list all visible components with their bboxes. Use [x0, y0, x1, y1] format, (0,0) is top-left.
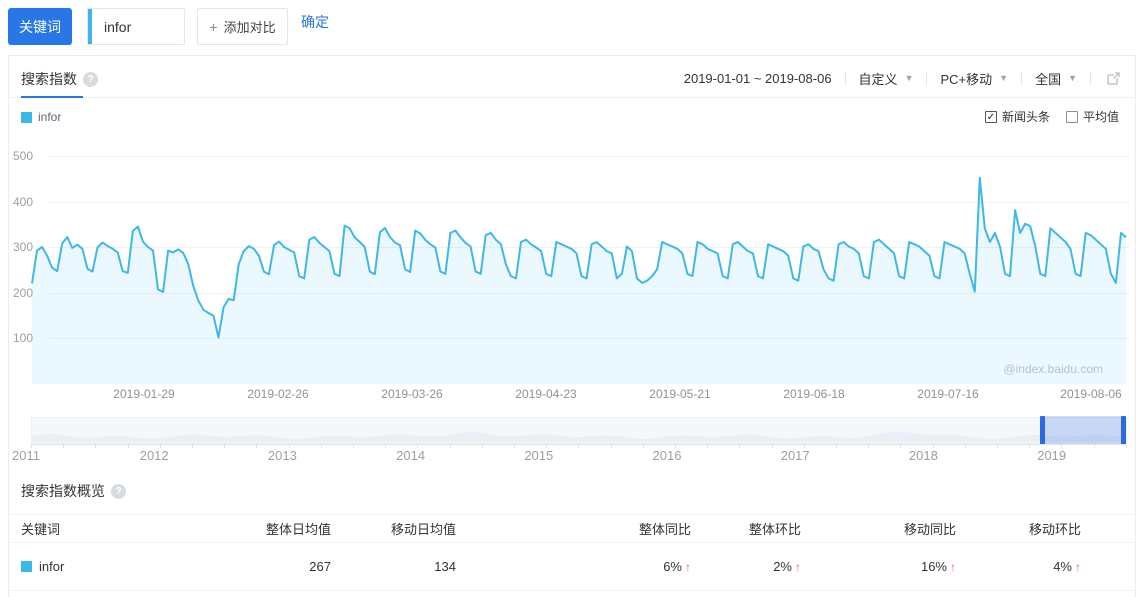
chevron-down-icon: ▼ [1068, 73, 1077, 83]
x-tick-label: 2019-07-16 [903, 387, 993, 401]
timeline-slider-track[interactable] [31, 417, 1127, 444]
checkbox-unchecked-icon [1066, 111, 1078, 123]
col-mobile-yoy: 移动同比 [801, 519, 956, 538]
slider-year-label: 2017 [765, 448, 825, 463]
help-icon[interactable]: ? [111, 484, 126, 499]
chevron-down-icon: ▼ [999, 73, 1008, 83]
area-fill [32, 178, 1126, 384]
mobile-mom-value: 4%↑ [956, 559, 1081, 574]
overlay-toggles: ✓ 新闻头条 平均值 [985, 108, 1119, 125]
top-search-bar: 关键词 + 添加对比 确定 [0, 0, 1144, 55]
slider-year-label: 2018 [893, 448, 953, 463]
series-swatch [21, 561, 32, 572]
plus-icon: + [209, 19, 217, 35]
slider-handle-left[interactable] [1040, 416, 1045, 445]
external-link-icon[interactable] [1106, 71, 1121, 86]
active-tab-underline [21, 96, 83, 98]
overview-table: 关键词 整体日均值 移动日均值 整体同比 整体环比 移动同比 移动环比 info… [9, 514, 1137, 591]
slider-year-label: 2013 [252, 448, 312, 463]
legend-swatch [21, 112, 32, 123]
col-mobile-avg: 移动日均值 [331, 519, 456, 538]
col-keyword: 关键词 [21, 519, 251, 538]
keyword-cell: infor [21, 559, 251, 574]
legend-label: infor [38, 110, 61, 124]
date-range-label[interactable]: 2019-01-01 ~ 2019-08-06 [684, 71, 832, 86]
col-overall-mom: 整体环比 [691, 519, 801, 538]
slider-year-label: 2019 [1022, 448, 1082, 463]
trend-line-chart[interactable] [31, 151, 1128, 387]
page-title: 搜索指数 [21, 69, 77, 89]
x-tick-label: 2019-01-29 [99, 387, 189, 401]
x-tick-label: 2019-02-26 [233, 387, 323, 401]
slider-year-label: 2012 [124, 448, 184, 463]
overview-title: 搜索指数概览 ? [21, 481, 126, 501]
tab-divider [9, 97, 1135, 98]
region-dropdown[interactable]: 全国 ▼ [1035, 69, 1077, 88]
average-toggle[interactable]: 平均值 [1066, 108, 1119, 125]
x-tick-label: 2019-06-18 [769, 387, 859, 401]
trend-panel: 搜索指数 ? 2019-01-01 ~ 2019-08-06 自定义 ▼ PC+… [8, 55, 1136, 597]
arrow-up-icon: ↑ [1075, 560, 1081, 574]
checkbox-checked-icon: ✓ [985, 111, 997, 123]
tab-search-index[interactable]: 搜索指数 ? [21, 69, 98, 89]
slider-year-labels: 201120122013201420152016201720182019 [9, 448, 1137, 464]
slider-handle-right[interactable] [1121, 416, 1126, 445]
col-overall-yoy: 整体同比 [456, 519, 691, 538]
help-icon[interactable]: ? [83, 72, 98, 87]
slider-minimap [32, 418, 1126, 443]
slider-selection[interactable] [1043, 416, 1121, 445]
x-axis-labels: 2019-01-29 2019-02-26 2019-03-26 2019-04-23… [9, 387, 1137, 403]
x-tick-label: 2019-08-06 [1046, 387, 1136, 401]
slider-year-label: 2011 [0, 448, 56, 463]
table-row: infor 267 134 6%↑ 2%↑ 16%↑ 4%↑ [9, 543, 1137, 591]
keyword-button[interactable]: 关键词 [8, 8, 72, 45]
col-overall-avg: 整体日均值 [251, 519, 331, 538]
x-tick-label: 2019-04-23 [501, 387, 591, 401]
x-tick-label: 2019-03-26 [367, 387, 457, 401]
keyword-input[interactable] [92, 9, 184, 44]
table-header-row: 关键词 整体日均值 移动日均值 整体同比 整体环比 移动同比 移动环比 [9, 514, 1137, 543]
slider-year-label: 2014 [381, 448, 441, 463]
x-tick-label: 2019-05-21 [635, 387, 725, 401]
chevron-down-icon: ▼ [905, 73, 914, 83]
col-mobile-mom: 移动环比 [956, 519, 1081, 538]
slider-year-label: 2016 [637, 448, 697, 463]
mobile-avg-value: 134 [331, 559, 456, 574]
add-compare-button[interactable]: + 添加对比 [197, 8, 288, 45]
chart-controls: 2019-01-01 ~ 2019-08-06 自定义 ▼ PC+移动 ▼ 全国… [684, 67, 1121, 89]
mobile-yoy-value: 16%↑ [801, 559, 956, 574]
overall-mom-value: 2%↑ [691, 559, 801, 574]
device-dropdown[interactable]: PC+移动 ▼ [940, 69, 1008, 88]
add-compare-label: 添加对比 [224, 17, 276, 36]
confirm-link[interactable]: 确定 [301, 12, 329, 32]
overall-avg-value: 267 [251, 559, 331, 574]
slider-year-label: 2015 [509, 448, 569, 463]
range-mode-dropdown[interactable]: 自定义 ▼ [859, 69, 914, 88]
watermark: @index.baidu.com [1003, 362, 1103, 376]
news-headlines-toggle[interactable]: ✓ 新闻头条 [985, 108, 1050, 125]
overall-yoy-value: 6%↑ [456, 559, 691, 574]
series-legend[interactable]: infor [21, 110, 61, 124]
keyword-input-wrap[interactable] [87, 8, 185, 45]
